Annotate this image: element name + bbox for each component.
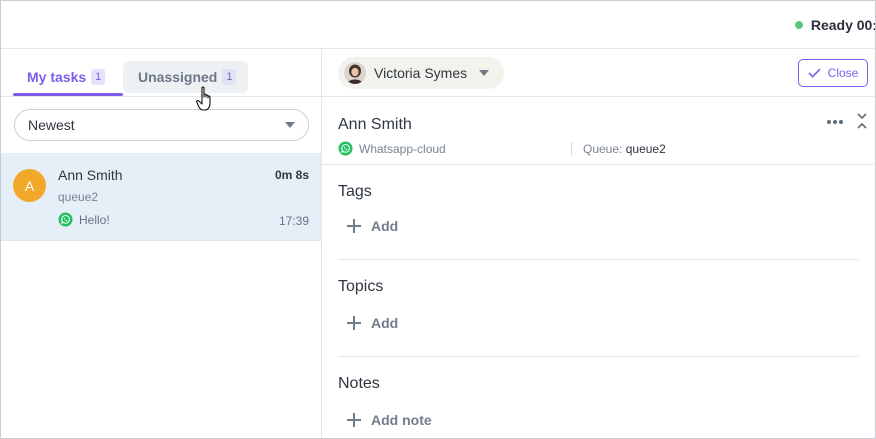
tab-my-tasks-count: 1 <box>91 69 106 85</box>
avatar: A <box>13 169 46 202</box>
add-topic-button[interactable]: Add <box>347 315 398 331</box>
task-elapsed-time: 0m 8s <box>274 168 309 182</box>
plus-icon <box>347 413 361 427</box>
checkmark-icon <box>808 68 821 78</box>
agent-avatar <box>344 62 366 84</box>
divider <box>571 142 572 156</box>
sort-select[interactable]: Newest <box>14 109 309 141</box>
close-button-label: Close <box>827 66 859 80</box>
more-options-icon[interactable] <box>826 119 844 125</box>
contact-channel-name: Whatsapp-cloud <box>359 141 446 156</box>
collapse-icon[interactable] <box>856 113 868 129</box>
queue-label: Queue: <box>583 142 623 156</box>
task-tabs: My tasks 1 Unassigned 1 <box>1 49 321 97</box>
task-contact-name: Ann Smith <box>58 167 123 183</box>
whatsapp-icon <box>58 212 73 227</box>
divider <box>322 164 875 165</box>
plus-icon <box>347 219 361 233</box>
active-tab-indicator <box>13 93 123 96</box>
add-note-label: Add note <box>371 412 432 428</box>
agent-status[interactable]: Ready 00: <box>794 15 876 35</box>
chevron-down-icon <box>285 122 295 128</box>
task-message-text: Hello! <box>79 212 110 227</box>
agent-bar: Victoria Symes Close <box>322 49 875 97</box>
task-list-panel: My tasks 1 Unassigned 1 Newest A Ann Smi… <box>1 49 322 438</box>
add-tag-label: Add <box>371 218 399 234</box>
avatar-letter: A <box>24 177 35 194</box>
contact-channel: Whatsapp-cloud <box>338 141 446 156</box>
contact-queue: Queue: queue2 <box>583 142 666 156</box>
agent-selector[interactable]: Victoria Symes <box>338 57 504 89</box>
divider <box>338 356 858 357</box>
top-bar: Ready 00: <box>1 1 876 49</box>
tab-unassigned-label: Unassigned <box>138 69 218 85</box>
task-detail-panel: Victoria Symes Close Ann Smith Whatsapp-… <box>322 49 875 438</box>
task-message-time: 17:39 <box>278 214 309 228</box>
sort-selected-value: Newest <box>28 117 75 133</box>
plus-icon <box>347 316 361 330</box>
whatsapp-icon <box>338 141 353 156</box>
add-note-button[interactable]: Add note <box>347 412 432 428</box>
tab-my-tasks[interactable]: My tasks 1 <box>17 61 115 93</box>
tags-title: Tags <box>338 183 372 200</box>
topics-title: Topics <box>338 278 384 295</box>
status-label: Ready 00: <box>810 17 876 33</box>
tab-unassigned-count: 1 <box>222 69 237 85</box>
agent-name: Victoria Symes <box>374 65 468 81</box>
chevron-down-icon <box>479 70 490 76</box>
tab-unassigned[interactable]: Unassigned 1 <box>123 61 248 93</box>
divider <box>338 259 858 260</box>
task-list-item[interactable]: A Ann Smith 0m 8s queue2 Hello! 17:39 <box>1 153 321 241</box>
add-topic-label: Add <box>371 315 399 331</box>
tab-my-tasks-label: My tasks <box>27 69 87 85</box>
close-task-button[interactable]: Close <box>798 59 868 87</box>
notes-title: Notes <box>338 375 380 392</box>
task-last-message: Hello! <box>58 212 110 227</box>
add-tag-button[interactable]: Add <box>347 218 398 234</box>
app-window: Ready 00: My tasks 1 Unassigned 1 Newest… <box>0 0 876 439</box>
contact-name: Ann Smith <box>338 116 412 133</box>
hand-cursor-icon <box>196 86 211 111</box>
status-dot-icon <box>794 21 803 29</box>
task-queue: queue2 <box>58 190 99 204</box>
queue-value: queue2 <box>625 142 666 156</box>
